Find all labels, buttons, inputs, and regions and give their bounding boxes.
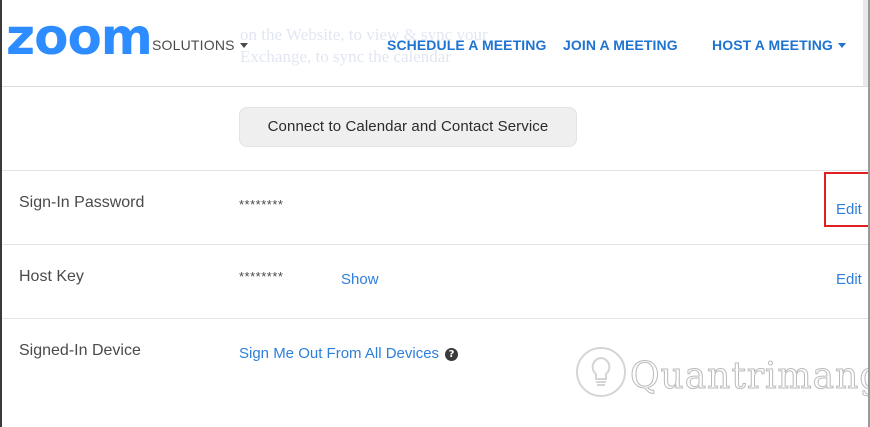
zoom-logo[interactable]: zoom xyxy=(6,12,153,62)
connect-calendar-button[interactable]: Connect to Calendar and Contact Service xyxy=(239,107,577,147)
sign-out-all-devices-link[interactable]: Sign Me Out From All Devices? xyxy=(239,345,459,362)
lightbulb-icon xyxy=(576,347,626,397)
host-key-value: ******** xyxy=(239,269,284,284)
chevron-down-icon xyxy=(239,43,248,48)
sign-in-password-label: Sign-In Password xyxy=(19,194,145,211)
settings-row-sign-in-password: Sign-In Password ******** Edit xyxy=(2,171,868,245)
scrollbar-track[interactable] xyxy=(863,0,868,86)
host-meeting-menu[interactable]: HOST A MEETING xyxy=(712,37,846,53)
calendar-connect-section: Connect to Calendar and Contact Service xyxy=(2,87,868,171)
join-meeting-link[interactable]: JOIN A MEETING xyxy=(563,37,678,53)
show-host-key-link[interactable]: Show xyxy=(341,271,379,288)
solutions-menu[interactable]: SOLUTIONS xyxy=(152,37,248,53)
zoom-settings-window: on the Website, to view & sync your Exch… xyxy=(0,0,870,427)
highlight-box xyxy=(824,172,868,227)
help-icon[interactable]: ? xyxy=(445,348,459,361)
schedule-meeting-link[interactable]: SCHEDULE A MEETING xyxy=(387,37,546,53)
top-navigation-bar: on the Website, to view & sync your Exch… xyxy=(2,0,868,87)
sign-in-password-value: ******** xyxy=(239,197,284,212)
signed-in-device-label: Signed-In Device xyxy=(19,342,141,359)
host-meeting-label: HOST A MEETING xyxy=(712,37,833,53)
watermark-text: Quantrimang xyxy=(629,356,870,398)
chevron-down-icon xyxy=(837,43,846,48)
solutions-label: SOLUTIONS xyxy=(152,37,235,53)
settings-row-host-key: Host Key ******** Show Edit xyxy=(2,245,868,319)
edit-host-key-link[interactable]: Edit xyxy=(836,271,862,288)
host-key-label: Host Key xyxy=(19,268,84,285)
sign-out-all-devices-label: Sign Me Out From All Devices xyxy=(239,345,440,362)
